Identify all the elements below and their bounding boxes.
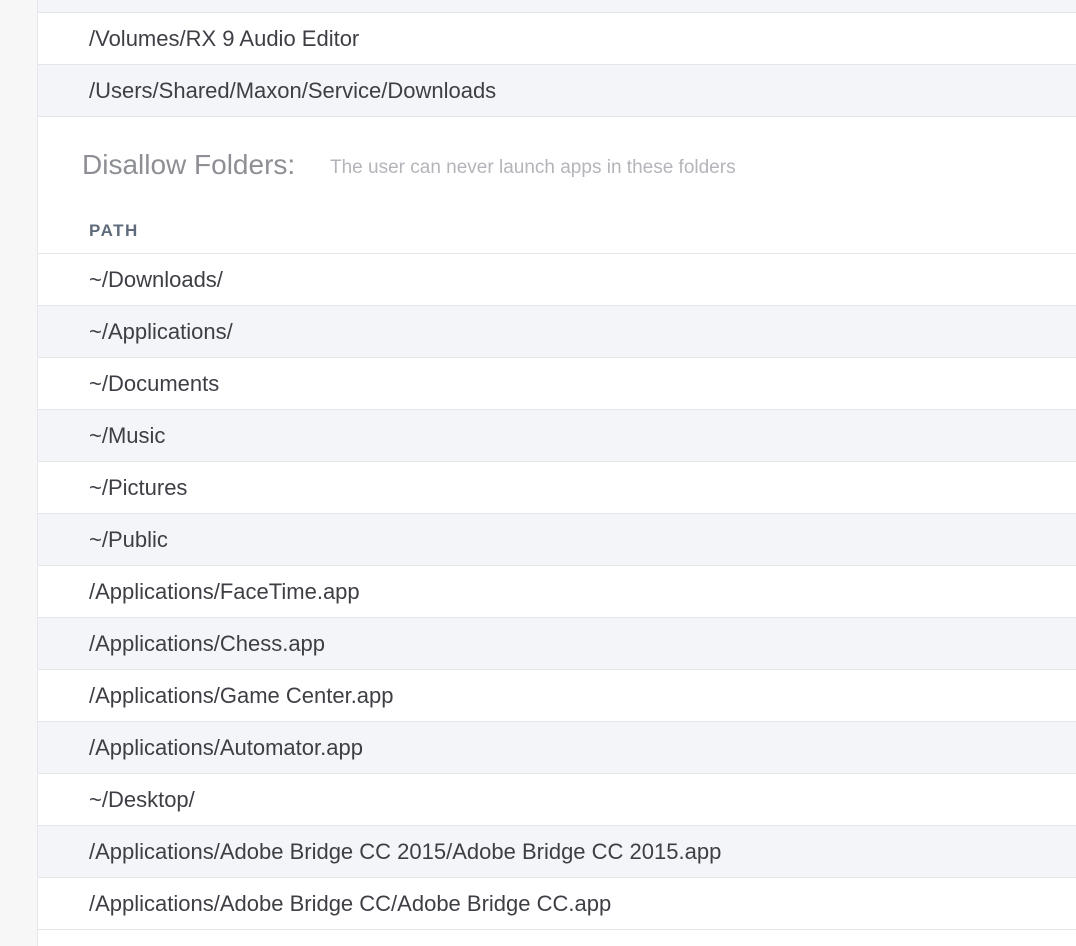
table-row[interactable]: ~/Downloads/ bbox=[38, 254, 1076, 306]
table-row[interactable]: /Volumes/RX 9 Audio Editor bbox=[38, 13, 1076, 65]
previous-row-edge bbox=[38, 0, 1076, 13]
table-row[interactable]: /Applications/FaceTime.app bbox=[38, 566, 1076, 618]
table-row[interactable]: ~/Desktop/ bbox=[38, 774, 1076, 826]
path-cell: ~/Applications/ bbox=[89, 318, 233, 344]
table-row[interactable]: /Applications/Adobe Bridge CC 2015/Adobe… bbox=[38, 826, 1076, 878]
table-row[interactable]: ~/Pictures bbox=[38, 462, 1076, 514]
table-row[interactable]: /Applications/Adobe Bridge CC/Adobe Brid… bbox=[38, 878, 1076, 930]
table-row[interactable]: ~/Applications/ bbox=[38, 306, 1076, 358]
path-cell: ~/Public bbox=[89, 526, 168, 552]
path-cell: ~/Downloads/ bbox=[89, 266, 223, 292]
disallow-folders-table: ~/Downloads/ ~/Applications/ ~/Documents… bbox=[38, 254, 1076, 930]
path-cell: /Applications/Adobe Bridge CC/Adobe Brid… bbox=[89, 890, 612, 916]
path-cell: /Applications/FaceTime.app bbox=[89, 578, 360, 604]
table-row[interactable]: ~/Music bbox=[38, 410, 1076, 462]
path-cell: ~/Music bbox=[89, 422, 166, 448]
table-row[interactable]: /Applications/Game Center.app bbox=[38, 670, 1076, 722]
table-row[interactable]: /Users/Shared/Maxon/Service/Downloads bbox=[38, 65, 1076, 117]
section-description: The user can never launch apps in these … bbox=[330, 157, 736, 178]
folders-panel: /Volumes/RX 9 Audio Editor /Users/Shared… bbox=[37, 0, 1076, 946]
disallow-folders-header: Disallow Folders: The user can never lau… bbox=[38, 117, 1076, 254]
path-cell: /Volumes/RX 9 Audio Editor bbox=[89, 25, 360, 51]
table-row[interactable]: ~/Public bbox=[38, 514, 1076, 566]
path-column-header[interactable]: PATH bbox=[89, 221, 139, 241]
path-cell: /Users/Shared/Maxon/Service/Downloads bbox=[89, 77, 497, 103]
path-cell: /Applications/Adobe Bridge CC 2015/Adobe… bbox=[89, 838, 722, 864]
path-cell: /Applications/Game Center.app bbox=[89, 682, 394, 708]
section-title: Disallow Folders: bbox=[82, 149, 296, 180]
table-row[interactable]: /Applications/Automator.app bbox=[38, 722, 1076, 774]
path-cell: ~/Pictures bbox=[89, 474, 188, 500]
table-row[interactable]: /Applications/Chess.app bbox=[38, 618, 1076, 670]
path-cell: /Applications/Chess.app bbox=[89, 630, 326, 656]
path-cell: ~/Documents bbox=[89, 370, 220, 396]
table-row[interactable]: ~/Documents bbox=[38, 358, 1076, 410]
path-cell: ~/Desktop/ bbox=[89, 786, 195, 812]
path-cell: /Applications/Automator.app bbox=[89, 734, 363, 760]
allow-folders-table: /Volumes/RX 9 Audio Editor /Users/Shared… bbox=[38, 13, 1076, 117]
